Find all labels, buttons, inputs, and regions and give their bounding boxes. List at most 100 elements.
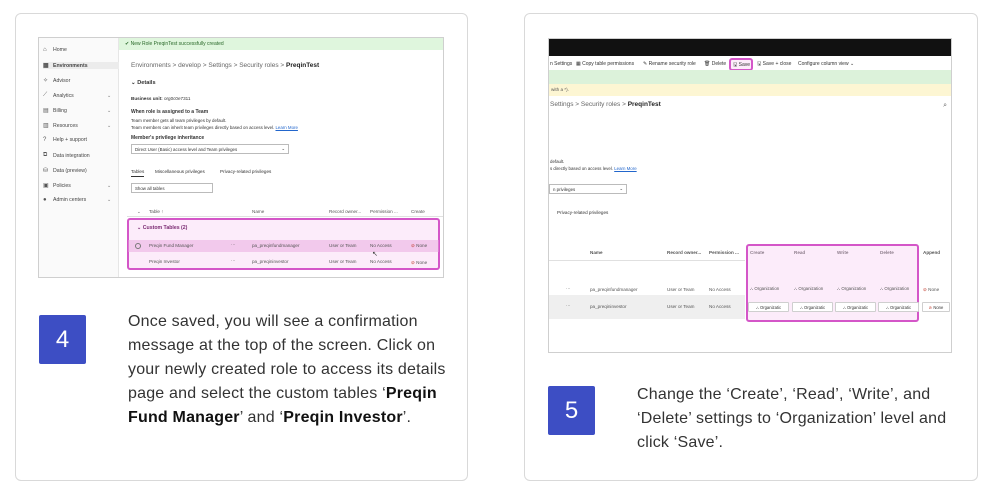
row1-delete-org[interactable]: ⛬ Organization [880, 286, 909, 291]
cmd-save-close[interactable]: 🖫 Save + close [757, 61, 791, 69]
cmd-settings[interactable]: n Settings [550, 61, 572, 67]
none-icon: ⊘ [411, 260, 415, 265]
cmd-configure-view[interactable]: Configure column view ⌄ [798, 61, 854, 67]
tab-tables[interactable]: Tables [131, 169, 145, 177]
col-permission[interactable]: Permission ... [370, 209, 398, 214]
command-bar: n Settings ▦ Copy table permissions ✎ Re… [549, 58, 951, 71]
learn-more-link[interactable]: Learn More [614, 166, 636, 171]
warning-bar: with a *). [549, 84, 951, 96]
analytics-icon: ⟋ [43, 92, 48, 98]
more-icon[interactable]: ··· [566, 303, 571, 308]
home-icon: ⌂ [43, 47, 47, 53]
policies-icon: ▣ [43, 183, 49, 189]
row2-write-org[interactable]: ⛬ Organizatic [835, 302, 876, 312]
nav-help[interactable]: ? Help + support [43, 137, 87, 143]
row-owner: User or Team [329, 259, 357, 264]
step-4-card: ⌂ Home ▦ Environments ✧ Advisor ⟋ Analytics ⌄… [15, 13, 468, 481]
row-radio[interactable] [135, 243, 141, 249]
step-5-card: n Settings ▦ Copy table permissions ✎ Re… [524, 13, 978, 481]
chevron-down-icon: ⌄ [619, 186, 623, 191]
none-icon: ⊘ [923, 287, 927, 292]
step-description: Change the ‘Create’, ‘Read’, ‘Write’, an… [637, 386, 947, 451]
nav-data-preview[interactable]: ⛁ Data (preview) [43, 167, 87, 175]
nav-billing[interactable]: ▤ Billing ⌄ [43, 107, 111, 115]
col-create[interactable]: Create [411, 209, 425, 214]
success-bar [549, 70, 951, 84]
assign-line-2: Team members can inherit team privileges… [131, 125, 298, 130]
row2-create-org[interactable]: ⛬ Organizatic [748, 302, 789, 312]
tab-privacy-privileges[interactable]: Privacy-related privileges [557, 210, 608, 215]
row1-read-org[interactable]: ⛬ Organization [794, 286, 823, 291]
nav-analytics[interactable]: ⟋ Analytics ⌄ [43, 92, 111, 99]
row-owner: User or Team [667, 304, 695, 309]
col-append[interactable]: Append [923, 250, 940, 255]
table-filter-dropdown[interactable]: Show all tables [131, 183, 213, 193]
row1-append[interactable]: ⊘ None [923, 287, 939, 293]
nav-admin-centers[interactable]: ● Admin centers ⌄ [43, 197, 111, 203]
desc-line-2: s directly based on access level. Learn … [550, 166, 637, 171]
nav-environments[interactable]: ▦ Environments [43, 62, 119, 69]
org-icon: ⛬ [885, 304, 889, 310]
row-owner: User or Team [329, 243, 357, 248]
row-permission: No Access [370, 243, 392, 248]
divider [127, 216, 443, 217]
none-icon: ⊘ [928, 304, 933, 310]
row-permission: No Access [709, 287, 731, 292]
cmd-delete[interactable]: 🗑 Delete [704, 61, 726, 67]
row2-delete-org[interactable]: ⛬ Organizatic [878, 302, 919, 312]
nav-advisor[interactable]: ✧ Advisor [43, 77, 70, 85]
nav-data-integration[interactable]: ⧉ Data integration [43, 152, 90, 159]
search-icon[interactable]: ⌕ [943, 102, 947, 110]
more-icon[interactable]: ··· [566, 286, 571, 291]
window-topbar [549, 39, 951, 56]
col-record-owner[interactable]: Record owner... [329, 209, 361, 214]
row-create[interactable]: ⊘ None [411, 260, 427, 266]
chevron-down-icon: ⌄ [849, 61, 855, 67]
org-icon: ⛬ [837, 286, 841, 291]
org-icon: ⛬ [842, 304, 846, 310]
step-number: 5 [548, 386, 595, 435]
org-icon: ⛬ [799, 304, 803, 310]
nav-home[interactable]: ⌂ Home [43, 47, 67, 53]
row2-read-org[interactable]: ⛬ Organizatic [792, 302, 833, 312]
more-icon[interactable]: ··· [231, 258, 236, 263]
row2-append[interactable]: ⊘ None [922, 302, 950, 312]
col-table[interactable]: Table ↑ [149, 209, 164, 214]
step-number: 4 [39, 315, 86, 364]
col-name[interactable]: Name [590, 250, 603, 255]
org-icon: ⛬ [880, 286, 884, 291]
header-select: ⌄ [137, 209, 141, 214]
col-name[interactable]: Name [252, 209, 264, 214]
nav-policies[interactable]: ▣ Policies ⌄ [43, 182, 111, 190]
row-name: pa_preqinfundmanager [590, 287, 638, 292]
cmd-copy-permissions[interactable]: ▦ Copy table permissions [576, 61, 634, 67]
row-create[interactable]: ⊘ None [411, 243, 427, 249]
row-name: pa_preqininvestor [252, 259, 289, 264]
row-name: pa_preqininvestor [590, 304, 627, 309]
cursor-icon: ↖ [372, 251, 378, 258]
col-record-owner[interactable]: Record owner... [667, 250, 701, 255]
learn-more-link[interactable]: Learn More [275, 125, 297, 130]
col-permission[interactable]: Permission ... [709, 250, 739, 255]
row-permission: No Access [709, 304, 731, 309]
more-icon[interactable]: ··· [231, 242, 236, 247]
cmd-rename[interactable]: ✎ Rename security role [643, 61, 696, 67]
row-table: Preqin Fund Manager [149, 243, 194, 248]
details-section[interactable]: ⌄ Details [131, 80, 156, 86]
row1-write-org[interactable]: ⛬ Organization [837, 286, 866, 291]
group-custom-tables[interactable]: ⌄ Custom Tables (2) [137, 225, 187, 231]
none-icon: ⊘ [411, 243, 415, 248]
tab-privacy-privileges[interactable]: Privacy-related privileges [220, 169, 271, 174]
delete-icon: 🗑 [704, 61, 712, 67]
inherit-dropdown[interactable]: Direct User (Basic) access level and Tea… [131, 144, 289, 154]
data-integration-icon: ⧉ [43, 152, 48, 158]
row-name: pa_preqinfundmanager [252, 243, 300, 248]
tab-misc-privileges[interactable]: Miscellaneous privileges [155, 169, 205, 174]
row-table: Preqin Investor [149, 259, 180, 264]
chevron-down-icon: ⌄ [281, 146, 285, 151]
privileges-dropdown[interactable]: n privileges ⌄ [549, 184, 627, 194]
row1-create-org[interactable]: ⛬ Organization [750, 286, 779, 291]
breadcrumb: Settings > Security roles > PreqinTest [550, 101, 661, 108]
nav-resources[interactable]: ▥ Resources ⌄ [43, 122, 111, 130]
admin-centers-icon: ● [43, 197, 47, 203]
